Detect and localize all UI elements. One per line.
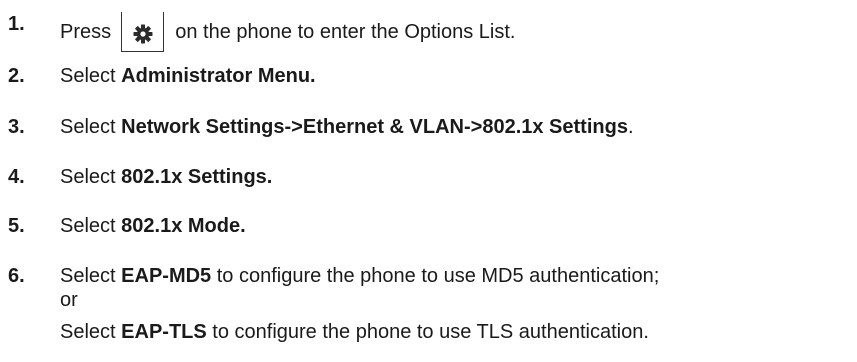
step-number: 5. — [8, 215, 25, 237]
step-text-after: to configure the phone to use TLS authen… — [206, 321, 649, 343]
step-text: Select 802.1x Settings. — [60, 165, 272, 189]
step-text-after: . — [627, 116, 634, 138]
step-number: 4. — [8, 166, 25, 188]
step-text-before: Select — [60, 65, 122, 87]
step-text: Press on the phone to enter the Options … — [60, 12, 515, 52]
step-text-before: Press — [60, 21, 112, 43]
step-text: Select EAP-MD5 to configure the phone to… — [60, 264, 659, 344]
menu-path: Network Settings->Ethernet & VLAN->802.1… — [121, 116, 628, 138]
step-text-before: Select — [60, 166, 122, 188]
step-text: Select 802.1x Mode. — [60, 214, 246, 238]
step-text-after: on the phone to enter the Options List. — [175, 21, 516, 43]
step-text-before: Select — [60, 215, 122, 237]
gear-icon — [120, 12, 164, 52]
step-line-2: or — [60, 289, 78, 311]
step-number: 2. — [8, 65, 25, 87]
step-number: 1. — [8, 13, 25, 35]
step-text: Select Network Settings->Ethernet & VLAN… — [60, 115, 634, 139]
menu-item-name: 802.1x Settings. — [121, 166, 273, 188]
step-text-after: to configure the phone to use MD5 authen… — [211, 265, 660, 287]
menu-item-name: 802.1x Mode. — [121, 215, 246, 237]
step-text-before: Select — [60, 265, 122, 287]
step-text: Select Administrator Menu. — [60, 64, 316, 88]
option-name: EAP-TLS — [121, 321, 207, 343]
step-number: 6. — [8, 265, 25, 287]
option-name: EAP-MD5 — [121, 265, 212, 287]
menu-item-name: Administrator Menu. — [121, 65, 316, 87]
step-text-before: Select — [60, 321, 122, 343]
step-line-1: Select EAP-MD5 to configure the phone to… — [60, 264, 659, 288]
step-number: 3. — [8, 116, 25, 138]
step-text-before: Select — [60, 116, 122, 138]
step-line-3: Select EAP-TLS to configure the phone to… — [60, 320, 659, 344]
